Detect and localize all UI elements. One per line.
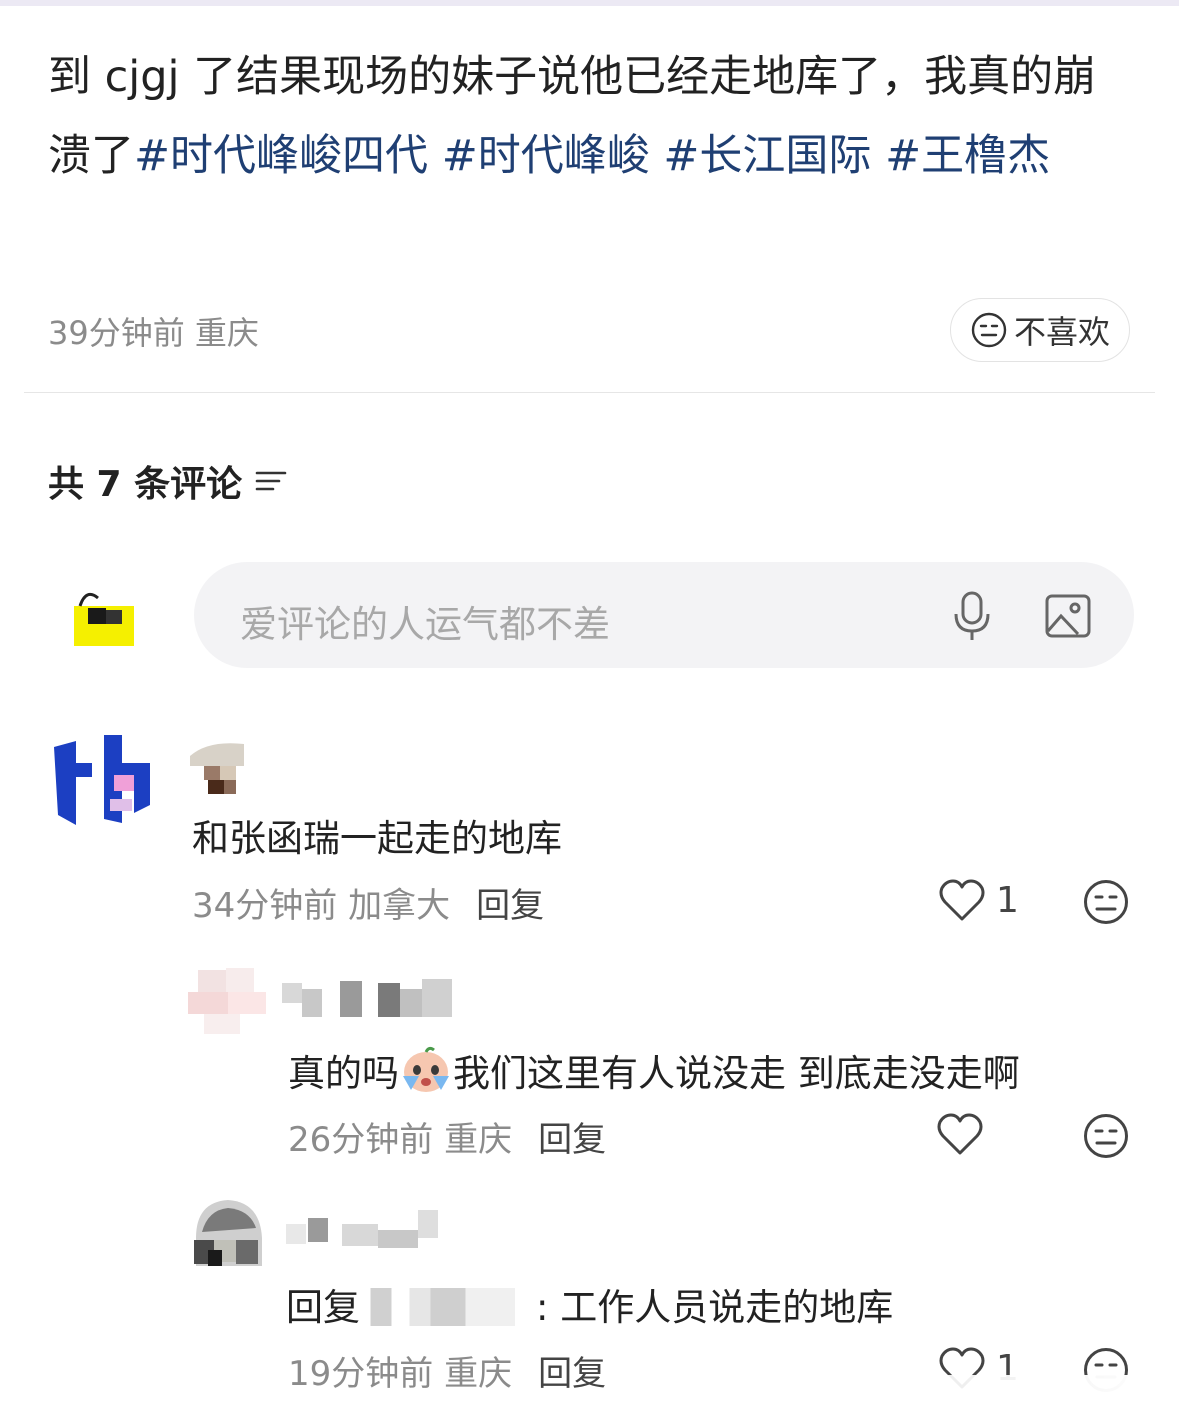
microphone-icon[interactable] [949,590,995,642]
dislike-icon[interactable] [1082,1112,1130,1160]
like-button[interactable] [936,1112,994,1156]
like-count: 1 [996,879,1019,921]
dislike-button[interactable]: 不喜欢 [950,298,1130,362]
top-bar [0,0,1179,6]
username-mosaic[interactable] [282,975,458,1023]
hashtag[interactable]: #王橹杰 [885,131,1050,181]
crying-emoji-icon [403,1046,449,1092]
comment-text: 真的吗 我们这里有人说没走 到底走没走啊 [288,1043,1020,1097]
comment-text: 和张函瑞一起走的地库 [192,817,562,860]
post-text: 到 cjgj 了结果现场的妹子说他已经走地库了，我真的崩溃了#时代峰峻四代 #时… [48,38,1138,196]
meh-face-icon [971,312,1007,348]
username-mosaic[interactable] [282,1208,458,1250]
comment-text-part: 我们这里有人说没走 到底走没走啊 [453,1052,1020,1095]
comment-meta: 26分钟前 重庆 回复 [288,1112,606,1161]
comment-count: 共 7 条评论 [48,464,243,505]
divider [24,392,1155,393]
hashtag[interactable]: #时代峰峻四代 [134,131,428,181]
heart-icon [937,1113,983,1155]
reply-button[interactable]: 回复 [538,1120,606,1160]
comment-meta: 19分钟前 重庆 回复 [288,1346,606,1395]
avatar[interactable] [50,735,154,831]
dislike-label: 不喜欢 [1013,313,1110,351]
reply-button[interactable]: 回复 [538,1354,606,1394]
comment-location: 重庆 [444,1120,513,1160]
sort-icon[interactable] [254,466,288,496]
post-meta: 39分钟前 重庆 [48,308,259,354]
comment-text-part: 真的吗 [288,1052,399,1095]
hashtag[interactable]: #长江国际 [663,131,871,181]
dislike-icon[interactable] [1082,878,1130,926]
heart-icon [939,879,985,921]
post-time: 39分钟前 [48,314,185,352]
username-mosaic[interactable] [188,738,248,794]
input-placeholder: 爱评论的人运气都不差 [240,603,610,646]
post-location: 重庆 [194,314,259,352]
comment-location: 加拿大 [348,886,451,926]
comment-text: 回复 : 工作人员说走的地库 [286,1277,893,1331]
comment-time: 34分钟前 [192,886,338,926]
like-button[interactable]: 1 [938,878,1019,922]
bottom-fade-overlay [820,1375,1179,1425]
comment-meta: 34分钟前 加拿大 回复 [192,878,544,927]
reply-prefix: 回复 [286,1286,360,1329]
comment-location: 重庆 [444,1354,513,1394]
avatar[interactable] [188,1198,266,1266]
comment-time: 19分钟前 [288,1354,434,1394]
username-mosaic[interactable] [360,1288,536,1326]
comment-time: 26分钟前 [288,1120,434,1160]
reply-button[interactable]: 回复 [476,886,544,926]
comment-input[interactable]: 爱评论的人运气都不差 [194,562,1134,668]
avatar[interactable] [188,962,266,1040]
comments-header: 共 7 条评论 [48,455,288,507]
image-icon[interactable] [1044,593,1092,639]
hashtag[interactable]: #时代峰峻 [442,131,650,181]
my-avatar[interactable] [74,588,134,646]
comment-text-part: : 工作人员说走的地库 [536,1286,894,1329]
